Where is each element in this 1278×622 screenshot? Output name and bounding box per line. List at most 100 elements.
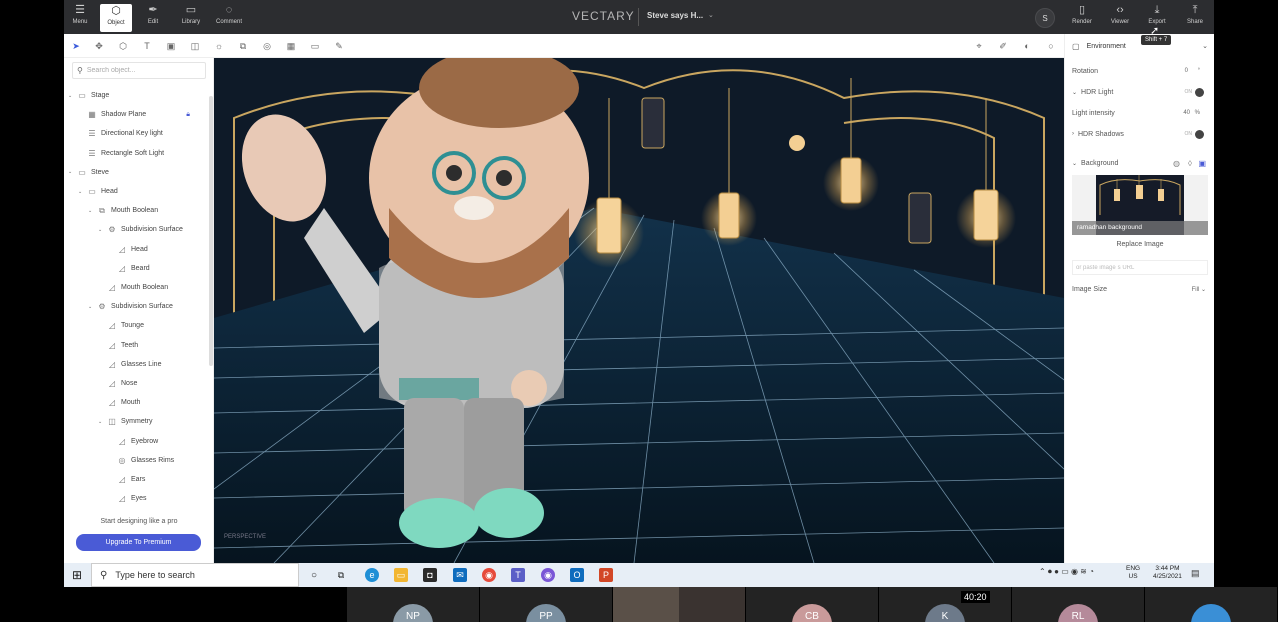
windows-start-icon[interactable]: ⊞ <box>72 568 82 582</box>
focus-icon[interactable]: ⌖ <box>972 39 986 53</box>
tree-item[interactable]: ◿ Teeth <box>64 336 212 355</box>
light-intensity-input[interactable]: 40 <box>1183 110 1190 116</box>
tree-item[interactable]: ◿ Eyebrow <box>64 432 212 451</box>
participant-tile[interactable]: K <box>879 587 1011 622</box>
participant-tile[interactable] <box>1145 587 1277 622</box>
background-thumbnail[interactable]: ramadhan background <box>1072 175 1208 235</box>
system-tray[interactable]: ⌃ ⏺ ● ▭ ◉ ≋ ◔ <box>1039 567 1094 577</box>
shape-tool-icon[interactable]: ◫ <box>188 39 202 53</box>
tree-item[interactable]: ⌄ ▭ Head <box>64 182 212 201</box>
render-button[interactable]: ▯ Render <box>1066 3 1098 31</box>
chevron-down-icon[interactable]: ⌄ <box>708 11 714 19</box>
transform-tool-icon[interactable]: ✥ <box>92 39 106 53</box>
tree-item[interactable]: ▦ Shadow Plane 🔒︎ <box>64 105 212 124</box>
chevron-down-icon[interactable]: ⌄ <box>1072 89 1077 96</box>
participant-tile[interactable]: PP <box>480 587 612 622</box>
edge-icon[interactable]: e <box>365 568 379 582</box>
hdr-shadows-toggle[interactable] <box>1195 129 1204 139</box>
viewer-button[interactable]: ‹› Viewer <box>1104 3 1136 31</box>
object-tab[interactable]: ⬡ Object <box>100 4 132 32</box>
store-icon[interactable]: ◘ <box>423 568 437 582</box>
chevron-down-icon[interactable]: ⌄ <box>68 169 76 175</box>
mail-icon[interactable]: ✉ <box>453 568 467 582</box>
select-tool-icon[interactable]: ➤ <box>69 39 83 53</box>
project-title[interactable]: Steve says H... <box>647 11 703 20</box>
menu-button[interactable]: ☰ Menu <box>64 3 96 31</box>
chevron-down-icon[interactable]: ⌄ <box>98 227 106 233</box>
tree-item[interactable]: ⌄ ⚙ Subdivision Surface <box>64 297 212 316</box>
chevron-right-icon[interactable]: › <box>1072 131 1074 137</box>
taskbar-clock[interactable]: 3:44 PM 4/25/2021 <box>1153 565 1182 581</box>
sphere-view-icon[interactable]: ○ <box>1044 39 1058 53</box>
search-box[interactable]: ⚲ <box>72 62 206 79</box>
tree-item[interactable]: ◿ Ears <box>64 470 212 489</box>
image-url-input[interactable] <box>1072 260 1208 275</box>
tree-item[interactable]: ◿ Mouth Boolean <box>64 278 212 297</box>
3d-viewport[interactable]: PERSPECTIVE <box>214 58 1064 563</box>
brush-icon[interactable]: ✐ <box>996 39 1010 53</box>
chevron-down-icon[interactable]: ⌄ <box>78 189 86 195</box>
ar-icon[interactable]: ◐ <box>1020 39 1034 53</box>
lock-icon[interactable]: 🔒︎ <box>186 111 190 119</box>
tree-item[interactable]: ⌄ ▭ Stage <box>64 86 212 105</box>
participant-tile[interactable]: NP <box>347 587 479 622</box>
tree-item[interactable]: ☰ Directional Key light <box>64 124 212 143</box>
tree-item[interactable]: ◎ Glasses Rims <box>64 451 212 470</box>
chrome-canary-icon[interactable]: ◉ <box>541 568 555 582</box>
sidebar-scrollbar[interactable] <box>209 96 213 366</box>
light-tool-icon[interactable]: ☼ <box>212 39 226 53</box>
color-bg-icon[interactable]: ◍ <box>1173 159 1180 168</box>
cortana-icon[interactable]: ○ <box>307 568 321 582</box>
outlook-icon[interactable]: O <box>570 568 584 582</box>
powerpoint-icon[interactable]: P <box>599 568 613 582</box>
tree-item[interactable]: ⌄ ⚙ Subdivision Surface <box>64 220 212 239</box>
edit-tool-icon[interactable]: ✎ <box>332 39 346 53</box>
participant-tile[interactable]: CB <box>746 587 878 622</box>
notification-icon[interactable]: ▤ <box>1191 568 1200 579</box>
tree-item[interactable]: ⌄ ⧉ Mouth Boolean <box>64 201 212 220</box>
image-size-select[interactable]: Fill ⌄ <box>1192 286 1206 293</box>
teams-icon[interactable]: T <box>511 568 525 582</box>
participant-tile[interactable]: RL <box>1012 587 1144 622</box>
file-explorer-icon[interactable]: ▭ <box>394 568 408 582</box>
chrome-icon[interactable]: ◉ <box>482 568 496 582</box>
task-view-icon[interactable]: ⧉ <box>334 568 348 582</box>
tree-item[interactable]: ◿ Nose <box>64 374 212 393</box>
tree-item[interactable]: ◿ Eyes <box>64 489 212 508</box>
text-tool-icon[interactable]: T <box>140 39 154 53</box>
tree-item[interactable]: ⌄ ▭ Steve <box>64 163 212 182</box>
comment-tab[interactable]: ◌ Comment <box>213 3 245 31</box>
image-tool-icon[interactable]: ▣ <box>164 39 178 53</box>
pattern-tool-icon[interactable]: ▦ <box>284 39 298 53</box>
taskbar-search[interactable]: ⚲ Type here to search <box>91 563 299 587</box>
chevron-down-icon[interactable]: ⌄ <box>88 304 96 310</box>
image-bg-icon[interactable]: ▣ <box>1198 159 1206 168</box>
chevron-down-icon[interactable]: ⌄ <box>1072 160 1077 167</box>
language-indicator[interactable]: ENG US <box>1126 565 1140 581</box>
search-input[interactable] <box>86 67 197 74</box>
tree-item[interactable]: ◿ Glasses Line <box>64 355 212 374</box>
hdr-light-toggle[interactable] <box>1195 87 1204 97</box>
boolean-tool-icon[interactable]: ⧉ <box>236 39 250 53</box>
edit-tab[interactable]: ✒ Edit <box>137 3 169 31</box>
participant-video-tile[interactable] <box>679 587 745 622</box>
replace-image-button[interactable]: Replace Image <box>1072 238 1208 252</box>
chevron-down-icon[interactable]: ⌄ <box>68 93 76 99</box>
tree-item[interactable]: ◿ Beard <box>64 259 212 278</box>
user-avatar[interactable]: S <box>1035 8 1055 28</box>
chevron-down-icon[interactable]: ⌄ <box>88 208 96 214</box>
cube-tool-icon[interactable]: ⬡ <box>116 39 130 53</box>
tree-item[interactable]: ◿ Mouth <box>64 393 212 412</box>
tree-item[interactable]: ◿ Tounge <box>64 316 212 335</box>
chevron-down-icon[interactable]: ⌄ <box>1202 42 1208 50</box>
upgrade-button[interactable]: Upgrade To Premium <box>76 534 201 551</box>
tree-item[interactable]: ⌄ ◫ Symmetry <box>64 412 212 431</box>
sphere-tool-icon[interactable]: ◎ <box>260 39 274 53</box>
chevron-down-icon[interactable]: ⌄ <box>98 419 106 425</box>
library-tab[interactable]: ▭ Library <box>175 3 207 31</box>
tree-item[interactable]: ◿ Head <box>64 240 212 259</box>
share-button[interactable]: ⤒ Share <box>1179 3 1211 31</box>
tree-item[interactable]: ☰ Rectangle Soft Light <box>64 144 212 163</box>
folder-tool-icon[interactable]: ▭ <box>308 39 322 53</box>
rotation-input[interactable]: 0 <box>1185 68 1188 74</box>
